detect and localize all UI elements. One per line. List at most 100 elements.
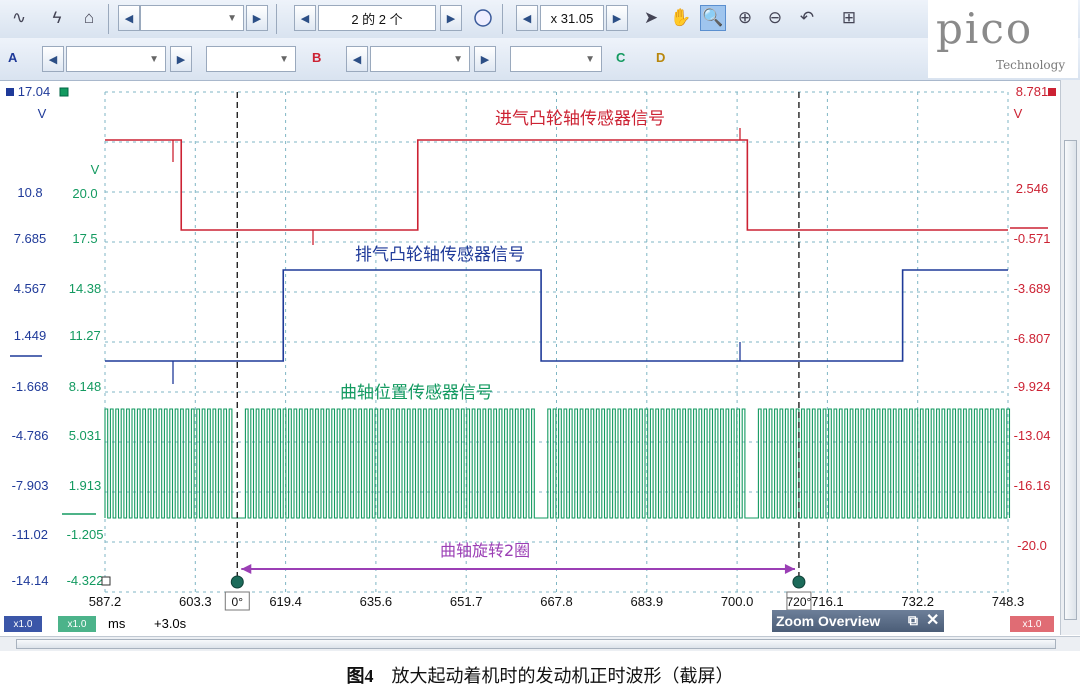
ruler-label-1: 720° [787, 595, 812, 609]
c-scale-badge[interactable]: x1.0 [58, 616, 96, 632]
axis-red-top: 8.781 [1016, 84, 1049, 99]
close-icon[interactable]: ✕ [926, 610, 939, 630]
b-scale-badge[interactable]: x1.0 [1010, 616, 1054, 632]
axis-red-tick: -9.924 [1014, 379, 1051, 394]
ruler-handle-1[interactable] [792, 575, 806, 589]
trigger-icon[interactable]: ϟ [44, 5, 70, 31]
figure-caption: 图4 放大起动着机时的发动机正时波形（截屏） [0, 656, 1080, 693]
channel-a-prev[interactable]: ◀ [42, 46, 64, 72]
undo-zoom-icon[interactable]: ↶ [794, 5, 820, 31]
axis-green-tick: 5.031 [69, 428, 102, 443]
series-label-crank: 曲轴位置传感器信号 [340, 383, 493, 403]
axis-blue-tick: -14.14 [12, 573, 49, 588]
pointer-icon[interactable]: ➤ [638, 5, 664, 31]
restore-icon[interactable]: ⧉ [908, 612, 918, 629]
channel-toolbar: A ◀ ▼ ▶ ▼ B ◀ ▼ ▶ ▼ C D [0, 38, 1080, 81]
zoom-next-button[interactable]: ▶ [606, 5, 628, 31]
axis-red-unit: V [1014, 106, 1023, 121]
channel-a-next[interactable]: ▶ [170, 46, 192, 72]
axis-blue-tick: 10.8 [17, 185, 42, 200]
horizontal-scrollbar[interactable] [0, 636, 1080, 651]
chevron-down-icon: ▼ [453, 53, 463, 65]
logo-tagline: Technology [996, 58, 1066, 72]
channel-a-marker [6, 88, 14, 96]
chevron-down-icon: ▼ [149, 53, 159, 65]
channel-a-range-select[interactable]: ▼ [66, 46, 166, 72]
figure-text: 放大起动着机时的发动机正时波形（截屏） [391, 665, 734, 686]
vertical-scroll-thumb[interactable] [1064, 140, 1077, 620]
axis-red-tick: -13.04 [1014, 428, 1051, 443]
axis-corner-marker [101, 576, 111, 586]
axis-red-tick: -0.571 [1014, 231, 1051, 246]
axis-green-tick: -4.322 [67, 573, 104, 588]
x-axis-tick: 732.2 [901, 594, 934, 609]
axis-green-tick: 14.38 [69, 281, 102, 296]
axis-green-tick: 11.27 [69, 328, 101, 343]
hand-icon[interactable]: ✋ [668, 5, 694, 31]
zoom-overview-panel[interactable]: Zoom Overview ⧉ ✕ [772, 610, 944, 632]
axis-blue-tick: -11.02 [12, 527, 48, 542]
chevron-down-icon: ▼ [279, 53, 289, 65]
next-button[interactable]: ▶ [246, 5, 268, 31]
trace-crank-pulses [104, 408, 1011, 519]
axis-red-tick: -20.0 [1017, 538, 1047, 553]
figure-number: 图4 [346, 665, 374, 686]
a-scale-badge[interactable]: x1.0 [4, 616, 42, 632]
waveform-icon[interactable]: ∿ [6, 5, 32, 31]
rotation-arrow-head-left [241, 564, 252, 574]
rotation-arrow-head-right [784, 564, 795, 574]
home-icon[interactable]: ⌂ [76, 5, 102, 31]
axis-labels: 17.04 V 10.8 7.685 4.567 1.449 -1.668 -4.786 -7.… [6, 84, 1056, 609]
grid [104, 91, 1009, 593]
chevron-down-icon: ▼ [585, 53, 595, 65]
zoom-out-icon[interactable]: ⊖ [762, 5, 788, 31]
axis-green-tick: -1.205 [67, 527, 104, 542]
channel-b-button[interactable]: B [312, 50, 321, 65]
prev-button[interactable]: ◀ [118, 5, 140, 31]
traces [104, 128, 1011, 519]
buffer-select[interactable]: ▼ [140, 5, 244, 31]
axis-red-tick: -3.689 [1014, 281, 1051, 296]
channel-a-coupling-select[interactable]: ▼ [206, 46, 296, 72]
horizontal-scroll-thumb[interactable] [16, 639, 1056, 649]
main-toolbar: ∿ ϟ ⌂ ◀ ▼ ▶ ◀ 2 的 2 个 ▶ ◀ x 31.05 ▶ ➤ ✋ … [0, 0, 1080, 39]
channel-a-button[interactable]: A [8, 50, 17, 65]
zoom-overview-icon[interactable]: ⊞ [836, 5, 862, 31]
logo-brand: pico [936, 4, 1034, 53]
channel-c-marker [59, 87, 69, 97]
zoom-in-icon[interactable]: ⊕ [732, 5, 758, 31]
x-axis-tick: 716.1 [811, 594, 844, 609]
axis-red-tick: 2.546 [1016, 181, 1049, 196]
oscilloscope-plot[interactable]: 0° 720° 17.04 V 10.8 7.685 4.567 1.449 -1.668 -4… [0, 80, 1060, 635]
zoom-prev-button[interactable]: ◀ [516, 5, 538, 31]
channel-b-prev[interactable]: ◀ [346, 46, 368, 72]
x-axis-tick: 651.7 [450, 594, 483, 609]
axis-blue-tick: 1.449 [14, 328, 47, 343]
chevron-down-icon: ▼ [227, 12, 237, 24]
axis-blue-tick: 7.685 [14, 231, 47, 246]
channel-b-range-select[interactable]: ▼ [370, 46, 470, 72]
compass-icon[interactable] [470, 5, 496, 31]
axis-green-tick: 17.5 [72, 231, 97, 246]
x-axis-tick: 619.4 [269, 594, 302, 609]
vertical-scrollbar[interactable] [1060, 80, 1080, 635]
x-axis-tick: 587.2 [89, 594, 122, 609]
page-next-button[interactable]: ▶ [440, 5, 462, 31]
axis-red-tick: -6.807 [1014, 331, 1051, 346]
channel-b-next[interactable]: ▶ [474, 46, 496, 72]
channel-d-button[interactable]: D [656, 50, 665, 65]
page-prev-button[interactable]: ◀ [294, 5, 316, 31]
axis-green-tick: 20.0 [72, 186, 97, 201]
ruler-handle-0[interactable] [230, 575, 244, 589]
axis-green-unit: V [91, 162, 100, 177]
channel-c-button[interactable]: C [616, 50, 625, 65]
axis-red-tick: -16.16 [1014, 478, 1051, 493]
channel-b-coupling-select[interactable]: ▼ [510, 46, 602, 72]
zoom-overview-title: Zoom Overview [776, 613, 881, 629]
cursors[interactable]: 0° 720° [224, 92, 812, 611]
time-offset: +3.0s [154, 616, 187, 631]
axis-blue-tick: -7.903 [12, 478, 49, 493]
zoom-select-icon[interactable]: 🔍 [700, 5, 726, 31]
axis-green-tick: 8.148 [69, 379, 102, 394]
x-axis-tick: 748.3 [992, 594, 1025, 609]
